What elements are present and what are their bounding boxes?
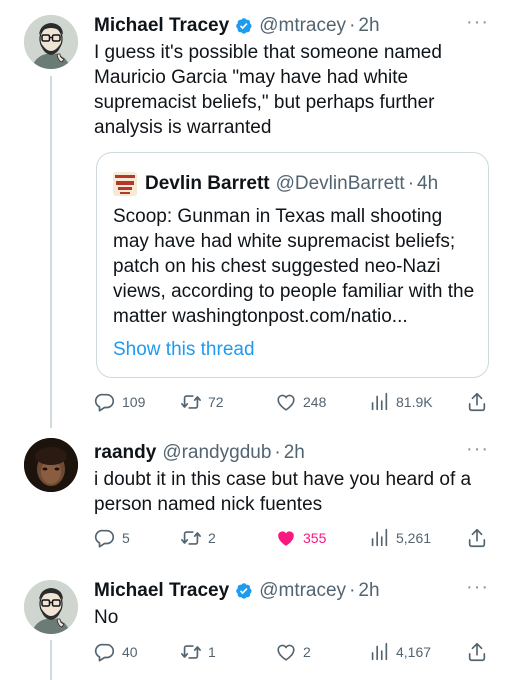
tweet-text: No: [94, 607, 119, 628]
views-button[interactable]: 81.9K: [368, 390, 433, 414]
retweet-icon: [180, 527, 202, 549]
quoted-tweet-text: Scoop: Gunman in Texas mall shooting may…: [113, 206, 475, 327]
avatar-illustration: [24, 580, 78, 634]
tweet-1[interactable]: Michael Tracey @mtracey · 2h ··· I guess…: [0, 0, 513, 428]
more-options-icon[interactable]: ···: [466, 577, 489, 597]
separator-dot: ·: [407, 173, 415, 194]
share-icon: [466, 391, 488, 413]
quoted-author-handle[interactable]: @DevlinBarrett: [276, 173, 405, 195]
bar-chart-icon: [368, 391, 390, 413]
share-icon: [466, 641, 488, 663]
action-bar: 40 1 2 4,167: [94, 640, 494, 664]
author-handle[interactable]: @randygdub: [162, 440, 271, 466]
reply-count: 109: [122, 394, 146, 410]
views-button[interactable]: 5,261: [368, 526, 431, 550]
bar-chart-icon: [368, 641, 390, 663]
retweet-icon: [180, 641, 202, 663]
bar-chart-icon: [368, 527, 390, 549]
timestamp[interactable]: 2h: [358, 578, 379, 604]
like-count: 248: [303, 394, 327, 410]
tweet-3[interactable]: Michael Tracey @mtracey · 2h ··· No 40 1…: [0, 568, 513, 680]
view-count: 5,261: [396, 530, 432, 546]
separator-dot: ·: [274, 442, 281, 463]
share-button[interactable]: [466, 526, 488, 550]
share-button[interactable]: [466, 390, 488, 414]
heart-icon: [275, 391, 297, 413]
share-icon: [466, 527, 488, 549]
retweet-button[interactable]: 72: [180, 390, 224, 414]
verified-badge-icon: [233, 581, 253, 601]
show-thread-link[interactable]: Show this thread: [113, 339, 255, 361]
reply-button[interactable]: 40: [94, 640, 138, 664]
like-button[interactable]: 2: [275, 640, 311, 664]
author-name[interactable]: Michael Tracey: [94, 13, 229, 39]
verified-badge-icon: [233, 16, 253, 36]
tweet-header: raandy @randygdub · 2h: [94, 440, 489, 466]
timestamp[interactable]: 2h: [284, 440, 305, 466]
reply-count: 40: [122, 644, 138, 660]
avatar-illustration: [24, 15, 78, 69]
action-bar: 109 72 248 81.9K: [94, 390, 494, 414]
reply-icon: [94, 527, 116, 549]
views-button[interactable]: 4,167: [368, 640, 431, 664]
reply-icon: [94, 641, 116, 663]
retweet-count: 72: [208, 394, 224, 410]
tweet-text: I guess it's possible that someone named…: [94, 42, 442, 138]
author-name[interactable]: raandy: [94, 440, 156, 466]
reply-icon: [94, 391, 116, 413]
avatar[interactable]: [24, 580, 78, 634]
quoted-timestamp[interactable]: 4h: [417, 173, 438, 195]
share-button[interactable]: [466, 640, 488, 664]
retweet-button[interactable]: 2: [180, 526, 216, 550]
quoted-avatar: [113, 172, 137, 196]
tweet-header: Michael Tracey @mtracey · 2h: [94, 578, 489, 604]
avatar-photo: [24, 438, 78, 492]
separator-dot: ·: [349, 15, 356, 36]
tweet-text: i doubt it in this case but have you hea…: [94, 469, 472, 515]
thread-line: [50, 76, 52, 428]
like-count: 2: [303, 644, 311, 660]
author-handle[interactable]: @mtracey: [259, 13, 346, 39]
author-handle[interactable]: @mtracey: [259, 578, 346, 604]
view-count: 81.9K: [396, 394, 433, 410]
tweet-2[interactable]: raandy @randygdub · 2h ··· i doubt it in…: [0, 428, 513, 568]
view-count: 4,167: [396, 644, 432, 660]
like-button[interactable]: 355: [275, 526, 326, 550]
avatar[interactable]: [24, 438, 78, 492]
quoted-tweet[interactable]: Devlin Barrett @DevlinBarrett · 4h Scoop…: [96, 152, 489, 378]
more-options-icon[interactable]: ···: [466, 12, 489, 32]
retweet-count: 2: [208, 530, 216, 546]
action-bar: 5 2 355 5,261: [94, 526, 494, 550]
retweet-count: 1: [208, 644, 216, 660]
retweet-button[interactable]: 1: [180, 640, 216, 664]
thread-line: [50, 640, 52, 680]
tweet-header: Michael Tracey @mtracey · 2h: [94, 13, 489, 39]
author-name[interactable]: Michael Tracey: [94, 578, 229, 604]
more-options-icon[interactable]: ···: [466, 439, 489, 459]
timestamp[interactable]: 2h: [358, 13, 379, 39]
like-button[interactable]: 248: [275, 390, 326, 414]
separator-dot: ·: [349, 580, 356, 601]
like-count: 355: [303, 530, 327, 546]
reply-button[interactable]: 5: [94, 526, 130, 550]
avatar[interactable]: [24, 15, 78, 69]
quoted-tweet-header: Devlin Barrett @DevlinBarrett · 4h: [113, 171, 438, 197]
quoted-author-name[interactable]: Devlin Barrett: [145, 173, 270, 195]
heart-filled-icon: [275, 527, 297, 549]
reply-button[interactable]: 109: [94, 390, 145, 414]
retweet-icon: [180, 391, 202, 413]
heart-icon: [275, 641, 297, 663]
reply-count: 5: [122, 530, 130, 546]
